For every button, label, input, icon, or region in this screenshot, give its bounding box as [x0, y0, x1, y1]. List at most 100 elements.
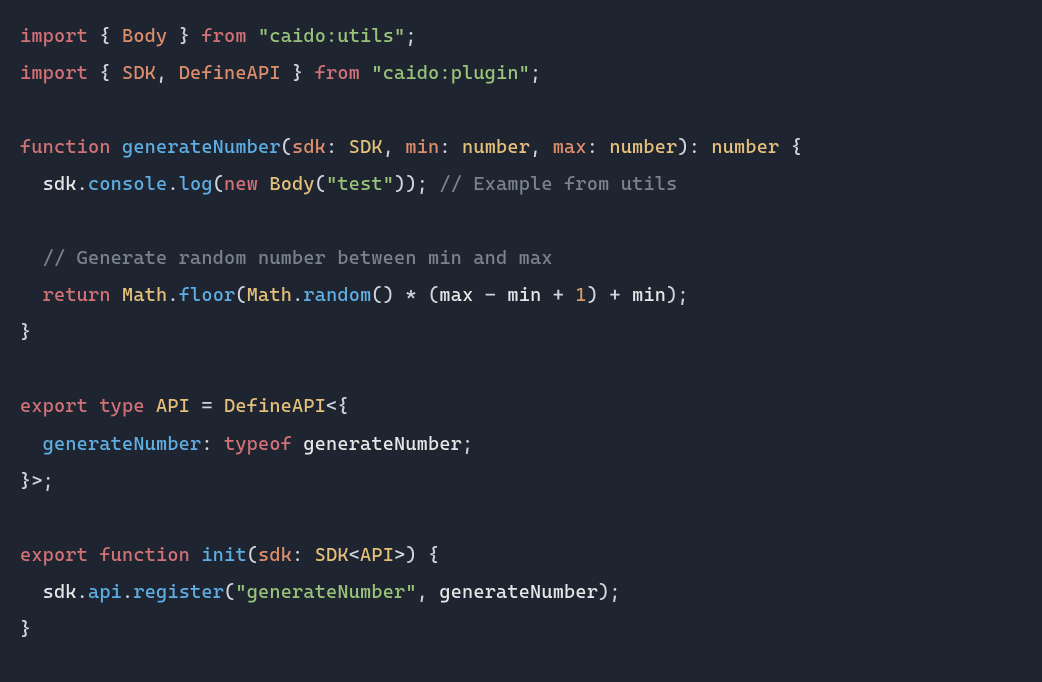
code-token: 1: [575, 284, 586, 306]
code-token: max: [439, 284, 473, 306]
code-line: sdk.console.log(new Body("test")); // Ex…: [20, 166, 1022, 203]
code-token: "test": [326, 173, 394, 195]
code-token: ;: [530, 62, 541, 84]
code-token: >) {: [394, 544, 439, 566]
code-token: generateNumber: [303, 433, 462, 455]
code-token: DefineAPI: [179, 62, 281, 84]
code-line: return Math.floor(Math.random() * (max -…: [20, 277, 1022, 314]
code-token: ;: [405, 25, 416, 47]
code-token: generateNumber: [122, 136, 281, 158]
code-token: number: [609, 136, 677, 158]
code-token: min: [507, 284, 541, 306]
code-token: "caido:plugin": [371, 62, 530, 84]
code-token: );: [666, 284, 689, 306]
code-token: (: [224, 581, 235, 603]
code-token: [20, 173, 43, 195]
code-token: :: [439, 136, 462, 158]
code-token: "generateNumber": [235, 581, 416, 603]
code-line: function generateNumber(sdk: SDK, min: n…: [20, 129, 1022, 166]
code-token: new: [224, 173, 269, 195]
code-token: .: [77, 173, 88, 195]
code-token: function: [99, 544, 201, 566]
code-token: }: [281, 62, 315, 84]
code-token: }: [20, 618, 31, 640]
code-token: sdk: [43, 173, 77, 195]
code-line: [20, 203, 1022, 240]
code-token: function: [20, 136, 122, 158]
code-token: Math: [247, 284, 292, 306]
code-token: api: [88, 581, 122, 603]
code-token: "caido:utils": [258, 25, 405, 47]
code-token: init: [201, 544, 246, 566]
code-token: (: [247, 544, 258, 566]
code-line: [20, 351, 1022, 388]
code-token: ,: [156, 62, 179, 84]
code-token: [20, 284, 43, 306]
code-token: sdk: [43, 581, 77, 603]
code-line: sdk.api.register("generateNumber", gener…: [20, 574, 1022, 611]
code-token: random: [303, 284, 371, 306]
code-line: import { SDK, DefineAPI } from "caido:pl…: [20, 55, 1022, 92]
code-line: export type API = DefineAPI<{: [20, 388, 1022, 425]
code-token: generateNumber: [439, 581, 598, 603]
code-token: }: [20, 321, 31, 343]
code-token: SDK: [315, 544, 349, 566]
code-token: }: [167, 25, 201, 47]
code-token: () * (: [371, 284, 439, 306]
code-token: register: [133, 581, 224, 603]
code-token: type: [99, 395, 156, 417]
code-token: {: [99, 25, 122, 47]
code-token: max: [553, 136, 587, 158]
code-token: :: [587, 136, 610, 158]
code-token: ;: [462, 433, 473, 455]
code-token: ):: [677, 136, 711, 158]
code-token: number: [711, 136, 779, 158]
code-token: SDK: [349, 136, 383, 158]
code-token: log: [179, 173, 213, 195]
code-block: import { Body } from "caido:utils";impor…: [20, 18, 1022, 648]
code-token: [20, 433, 43, 455]
code-line: export function init(sdk: SDK<API>) {: [20, 537, 1022, 574]
code-line: }: [20, 314, 1022, 351]
code-token: .: [167, 284, 178, 306]
code-token: ,: [417, 581, 440, 603]
code-line: }: [20, 611, 1022, 648]
code-token: Body: [269, 173, 314, 195]
code-token: (: [235, 284, 246, 306]
code-token: sdk: [292, 136, 326, 158]
code-token: DefineAPI: [224, 395, 326, 417]
code-token: import: [20, 62, 99, 84]
code-token: <: [349, 544, 360, 566]
code-token: [20, 247, 43, 269]
code-token: API: [360, 544, 394, 566]
code-token: {: [779, 136, 802, 158]
code-token: (: [315, 173, 326, 195]
code-line: // Generate random number between min an…: [20, 240, 1022, 277]
code-token: =: [190, 395, 224, 417]
code-token: API: [156, 395, 190, 417]
code-token: +: [541, 284, 575, 306]
code-token: from: [201, 25, 258, 47]
code-token: .: [292, 284, 303, 306]
code-line: [20, 92, 1022, 129]
code-token: (: [281, 136, 292, 158]
code-token: (: [213, 173, 224, 195]
code-token: <{: [326, 395, 349, 417]
code-token: .: [167, 173, 178, 195]
code-line: }>;: [20, 463, 1022, 500]
code-token: generateNumber: [43, 433, 202, 455]
code-token: ,: [530, 136, 553, 158]
code-token: SDK: [122, 62, 156, 84]
code-token: }>;: [20, 470, 54, 492]
code-token: :: [292, 544, 315, 566]
code-line: import { Body } from "caido:utils";: [20, 18, 1022, 55]
code-token: number: [462, 136, 530, 158]
code-token: sdk: [258, 544, 292, 566]
code-token: // Generate random number between min an…: [43, 247, 553, 269]
code-token: Body: [122, 25, 167, 47]
code-token: // Example from utils: [439, 173, 677, 195]
code-token: export: [20, 544, 99, 566]
code-token: ));: [394, 173, 439, 195]
code-token: -: [473, 284, 507, 306]
code-token: [20, 581, 43, 603]
